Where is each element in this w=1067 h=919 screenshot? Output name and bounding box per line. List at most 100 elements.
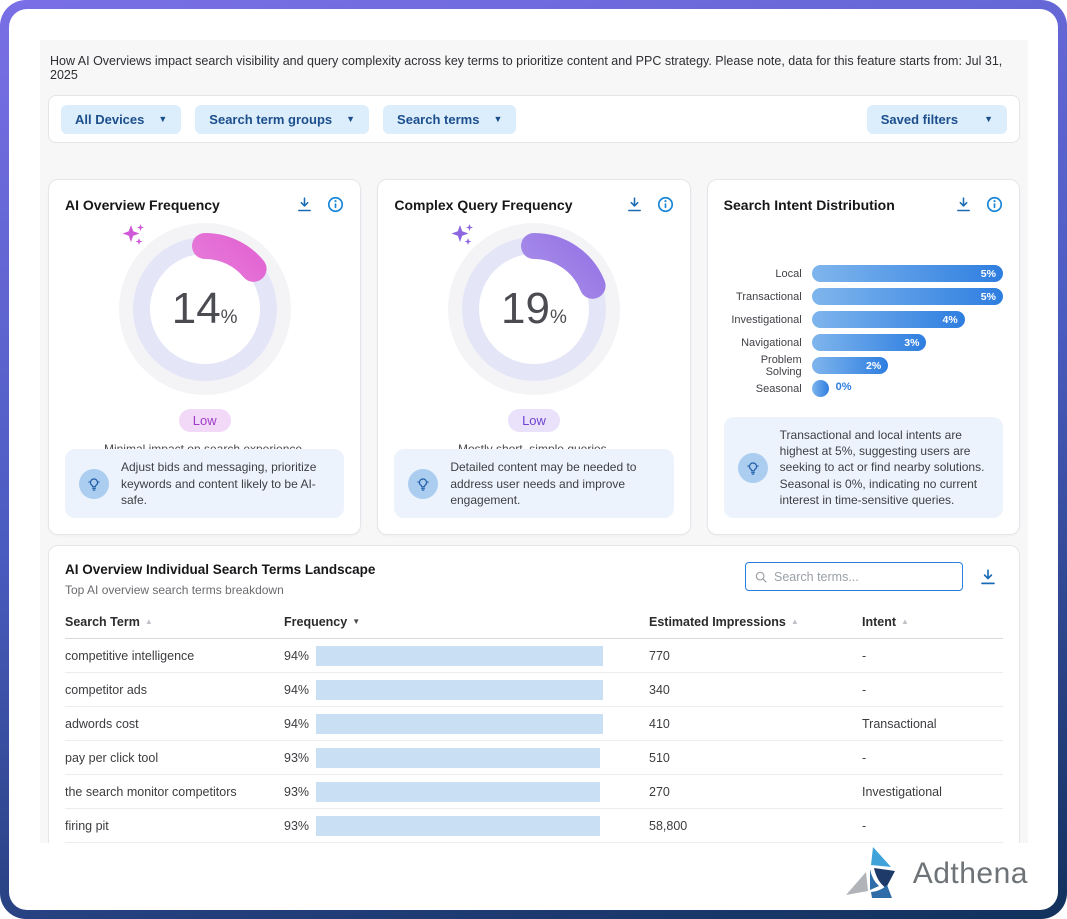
column-header-intent[interactable]: Intent ▲ — [862, 615, 1003, 629]
intent-value-label: 4% — [943, 314, 958, 326]
intent-cell: Investigational — [862, 785, 1003, 799]
impressions-cell: 510 — [649, 751, 862, 765]
download-icon[interactable] — [979, 568, 997, 586]
insight-tip-text: Detailed content may be needed to addres… — [450, 459, 659, 508]
intent-bar-fill: 5% — [812, 288, 1003, 305]
impressions-cell: 770 — [649, 649, 862, 663]
intent-category-label: Investigational — [724, 314, 812, 326]
frequency-cell: 93% — [284, 748, 649, 768]
info-icon[interactable] — [986, 196, 1003, 213]
frequency-value: 94% — [284, 683, 316, 697]
intent-category-label: Seasonal — [724, 383, 812, 395]
search-term-cell: adwords cost — [65, 717, 284, 731]
frequency-bar-fill — [316, 714, 603, 734]
card-title: Complex Query Frequency — [394, 197, 625, 213]
intent-bar-row: Investigational 4% — [724, 311, 1003, 328]
intent-cell: - — [862, 819, 1003, 833]
insight-tip-box: Transactional and local intents are high… — [724, 417, 1003, 518]
frequency-value: 94% — [284, 649, 316, 663]
app-frame: How AI Overviews impact search visibilit… — [0, 0, 1067, 919]
download-icon[interactable] — [955, 196, 972, 213]
search-term-groups-dropdown[interactable]: Search term groups ▼ — [195, 105, 369, 134]
table-body: competitive intelligence94%770-competito… — [65, 639, 1003, 843]
insight-tip-text: Transactional and local intents are high… — [780, 427, 989, 508]
intent-bar-track: 0% — [812, 380, 1003, 397]
column-header-frequency[interactable]: Frequency ▼ — [284, 615, 649, 629]
intent-bar-fill: 3% — [812, 334, 927, 351]
gauge-unit: % — [550, 307, 567, 328]
frequency-cell: 93% — [284, 816, 649, 836]
devices-filter-dropdown[interactable]: All Devices ▼ — [61, 105, 181, 134]
adthena-logo: Adthena — [843, 846, 1028, 902]
search-intent-distribution-card: Search Intent Distribution Local5%Transa… — [707, 179, 1020, 535]
search-term-cell: firing pit — [65, 819, 284, 833]
search-term-groups-label: Search term groups — [209, 112, 332, 127]
status-badge: Low — [508, 409, 560, 432]
frequency-cell: 94% — [284, 680, 649, 700]
search-term-cell: pay per click tool — [65, 751, 284, 765]
search-term-cell: the search monitor competitors — [65, 785, 284, 799]
frequency-bar-fill — [316, 646, 603, 666]
intent-cell: - — [862, 683, 1003, 697]
page-background: How AI Overviews impact search visibilit… — [9, 9, 1058, 910]
intent-bar-track: 5% — [812, 288, 1003, 305]
column-header-search-term[interactable]: Search Term ▲ — [65, 615, 284, 629]
chevron-down-icon: ▼ — [158, 114, 167, 124]
card-title: AI Overview Frequency — [65, 197, 296, 213]
status-badge: Low — [179, 409, 231, 432]
table-row[interactable]: firing pit93%58,800- — [65, 809, 1003, 843]
frequency-bar-track — [316, 816, 621, 836]
impressions-cell: 270 — [649, 785, 862, 799]
frequency-bar-track — [316, 714, 621, 734]
frequency-bar-track — [316, 782, 621, 802]
adthena-logo-text: Adthena — [913, 857, 1028, 891]
frequency-bar-fill — [316, 816, 600, 836]
table-row[interactable]: adwords cost94%410Transactional — [65, 707, 1003, 741]
frequency-value: 93% — [284, 785, 316, 799]
frequency-bar-track — [316, 646, 621, 666]
intent-value-label: 5% — [981, 291, 996, 303]
intent-bar-fill — [812, 380, 829, 397]
gauge-unit: % — [221, 307, 238, 328]
ai-overview-donut-gauge: 14% — [119, 223, 291, 395]
intent-bar-row: Local5% — [724, 265, 1003, 282]
metric-cards-row: AI Overview Frequency — [48, 179, 1020, 535]
intent-bar-row: Navigational3% — [724, 334, 1003, 351]
intent-value-label: 3% — [904, 337, 919, 349]
intent-bar-fill: 5% — [812, 265, 1003, 282]
search-terms-dropdown[interactable]: Search terms ▼ — [383, 105, 516, 134]
intent-category-label: Problem Solving — [724, 354, 812, 378]
info-icon[interactable] — [327, 196, 344, 213]
download-icon[interactable] — [296, 196, 313, 213]
gauge-value: 14 — [172, 284, 221, 333]
download-icon[interactable] — [626, 196, 643, 213]
intent-value-label: 0% — [836, 381, 852, 393]
saved-filters-dropdown[interactable]: Saved filters ▼ — [867, 105, 1007, 134]
frequency-bar-track — [316, 680, 621, 700]
table-header-row: Search Term ▲ Frequency ▼ Estimated Impr… — [65, 605, 1003, 639]
complex-query-frequency-card: Complex Query Frequency — [377, 179, 690, 535]
search-terms-input[interactable] — [774, 570, 954, 584]
intent-cell: - — [862, 649, 1003, 663]
intent-cell: Transactional — [862, 717, 1003, 731]
insight-tip-box: Adjust bids and messaging, prioritize ke… — [65, 449, 344, 518]
intent-bar-chart: Local5%Transactional5%Investigational4%N… — [724, 265, 1003, 397]
search-terms-input-wrapper — [745, 562, 963, 591]
table-row[interactable]: competitor ads94%340- — [65, 673, 1003, 707]
frequency-bar-fill — [316, 680, 603, 700]
table-row[interactable]: competitive intelligence94% 770- — [65, 639, 1003, 673]
filter-bar: All Devices ▼ Search term groups ▼ Searc… — [48, 95, 1020, 143]
sort-asc-icon: ▲ — [901, 617, 909, 626]
frequency-value: 94% — [284, 717, 316, 731]
search-term-cell: competitive intelligence — [65, 649, 284, 663]
frequency-bar-fill — [316, 782, 600, 802]
intent-bar-fill: 4% — [812, 311, 965, 328]
intent-category-label: Transactional — [724, 291, 812, 303]
table-row[interactable]: pay per click tool93%510- — [65, 741, 1003, 775]
sort-desc-icon: ▼ — [352, 617, 360, 626]
intent-value-label: 2% — [866, 360, 881, 372]
info-icon[interactable] — [657, 196, 674, 213]
column-header-estimated-impressions[interactable]: Estimated Impressions ▲ — [649, 615, 862, 629]
table-row[interactable]: the search monitor competitors93% 270Inve… — [65, 775, 1003, 809]
frequency-value: 93% — [284, 751, 316, 765]
